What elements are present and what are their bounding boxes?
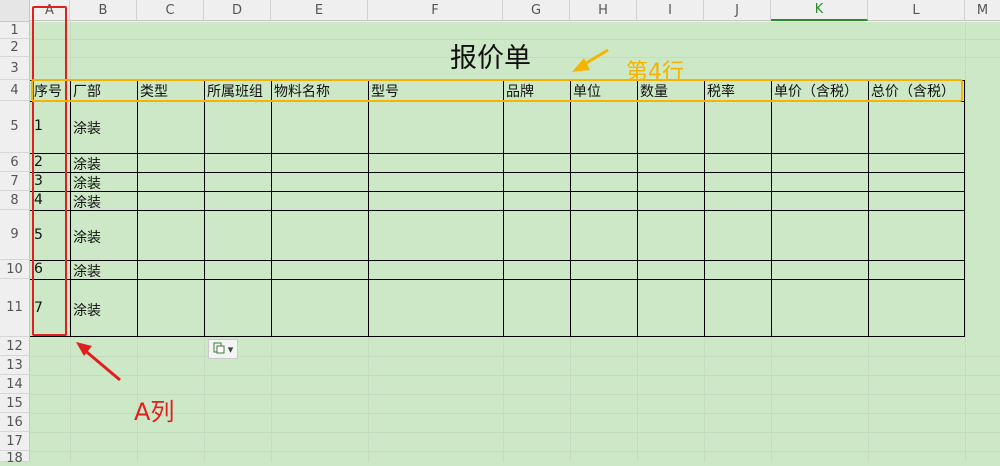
column-annotation-label: A列 — [134, 398, 175, 426]
row-annotation-label: 第4行 — [626, 60, 684, 85]
